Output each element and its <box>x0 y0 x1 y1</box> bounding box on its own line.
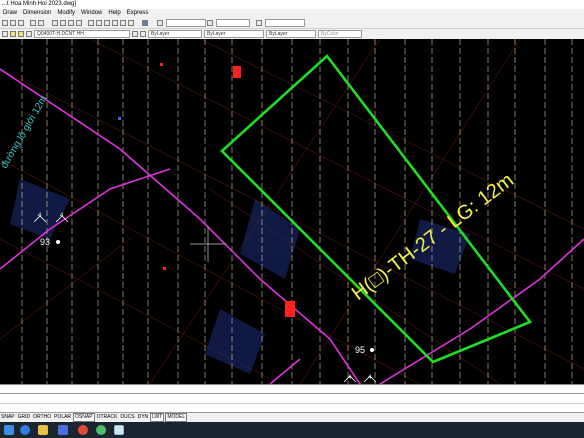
menu-dimension[interactable]: Dimension <box>20 9 54 18</box>
table-style-icon[interactable] <box>256 20 262 26</box>
hatch-blocks <box>10 179 470 374</box>
menu-draw[interactable]: Draw <box>0 9 20 18</box>
layer-name: Q0400T-H.DCNT HH <box>37 31 84 37</box>
dyn-toggle[interactable]: DYN <box>137 413 150 422</box>
edge-browser-icon[interactable] <box>20 425 30 435</box>
snap-toggle[interactable]: SNAP <box>0 413 16 422</box>
crosshair-cursor <box>190 226 226 262</box>
plotstyle-dropdown[interactable]: ByColor <box>318 30 362 38</box>
layer-previous-icon[interactable] <box>140 31 146 37</box>
save-icon[interactable] <box>18 20 24 26</box>
color-dropdown[interactable]: ByLayer <box>148 30 202 38</box>
marker-label: 4 <box>60 213 64 219</box>
menu-window[interactable]: Window <box>78 9 105 18</box>
settings-icon[interactable] <box>96 425 106 435</box>
command-input-divider <box>0 403 584 404</box>
lot-label: H(□)-TH-27 - LG: 12m <box>348 169 518 305</box>
windows-taskbar <box>0 422 584 438</box>
command-line-area[interactable] <box>0 384 584 413</box>
pan-icon[interactable] <box>52 20 58 26</box>
layer-freeze-icon[interactable] <box>18 31 24 37</box>
standard-toolbar <box>0 18 584 29</box>
zoom-window-icon[interactable] <box>68 20 74 26</box>
autocad-icon[interactable] <box>114 425 124 435</box>
table-style-combo[interactable] <box>265 19 305 27</box>
command-history-divider <box>0 393 584 394</box>
polar-toggle[interactable]: POLAR <box>53 413 72 422</box>
store-icon[interactable] <box>58 425 68 435</box>
osnap-toggle[interactable]: OSNAP <box>73 413 95 422</box>
point-93-marker <box>56 240 60 244</box>
dim-style-icon[interactable] <box>207 20 213 26</box>
road-label: đường lộ giới 12m <box>0 94 50 171</box>
lineweight-value: ByLayer <box>269 31 288 37</box>
point-label-95: 95 <box>355 345 365 355</box>
menu-help[interactable]: Help <box>105 9 123 18</box>
layer-on-icon[interactable] <box>10 31 16 37</box>
undo-icon[interactable] <box>30 20 36 26</box>
help-icon[interactable] <box>142 20 148 26</box>
marker-label: 4 <box>348 375 352 381</box>
linetype-value: ByLayer <box>207 31 226 37</box>
redo-icon[interactable] <box>38 20 44 26</box>
make-current-layer-icon[interactable] <box>132 31 138 37</box>
ortho-toggle[interactable]: ORTHO <box>32 413 52 422</box>
marker-label: 4 <box>368 375 372 381</box>
menu-bar: Draw Dimension Modify Window Help Express <box>0 9 584 18</box>
grid-toggle[interactable]: GRID <box>17 413 32 422</box>
survey-point <box>118 117 121 120</box>
menu-express[interactable]: Express <box>124 9 152 18</box>
zoom-realtime-icon[interactable] <box>60 20 66 26</box>
file-explorer-icon[interactable] <box>38 425 48 435</box>
layer-lock-icon[interactable] <box>26 31 32 37</box>
windows-start-icon[interactable] <box>4 425 14 435</box>
red-markers <box>160 63 295 317</box>
markup-icon[interactable] <box>120 20 126 26</box>
dim-style-combo[interactable] <box>216 19 250 27</box>
title-bar: ...t Hoa Minh Hoi 2023.dwg] <box>0 0 584 9</box>
point-95-marker <box>370 348 374 352</box>
lwt-toggle[interactable]: LWT <box>150 413 165 422</box>
point-label-93: 93 <box>40 237 50 247</box>
drawing-canvas[interactable]: đường lộ giới 12m 93 95 4 4 4 4 H(□)-TH-… <box>0 39 584 384</box>
properties-icon[interactable] <box>88 20 94 26</box>
plotstyle-value: ByColor <box>321 31 339 37</box>
text-style-icon[interactable] <box>157 20 163 26</box>
sheet-set-icon[interactable] <box>112 20 118 26</box>
text-style-combo[interactable] <box>166 19 206 27</box>
ducs-toggle[interactable]: DUCS <box>119 413 135 422</box>
new-file-icon[interactable] <box>2 20 8 26</box>
layer-manager-icon[interactable] <box>2 31 8 37</box>
tool-palettes-icon[interactable] <box>104 20 110 26</box>
design-center-icon[interactable] <box>96 20 102 26</box>
open-file-icon[interactable] <box>10 20 16 26</box>
linetype-dropdown[interactable]: ByLayer <box>204 30 264 38</box>
model-toggle[interactable]: MODEL <box>165 413 188 422</box>
otrack-toggle[interactable]: OTRACK <box>96 413 119 422</box>
menu-modify[interactable]: Modify <box>54 9 78 18</box>
drawing-svg[interactable]: đường lộ giới 12m 93 95 4 4 4 4 H(□)-TH-… <box>0 39 584 384</box>
chrome-icon[interactable] <box>78 425 88 435</box>
layer-dropdown[interactable]: Q0400T-H.DCNT HH <box>34 30 130 38</box>
vertical-grid-lines <box>21 39 573 384</box>
quickcalc-icon[interactable] <box>128 20 134 26</box>
window-title: ...t Hoa Minh Hoi 2023.dwg] <box>2 1 77 7</box>
color-value: ByLayer <box>151 31 170 37</box>
zoom-previous-icon[interactable] <box>76 20 82 26</box>
lineweight-dropdown[interactable]: ByLayer <box>266 30 316 38</box>
